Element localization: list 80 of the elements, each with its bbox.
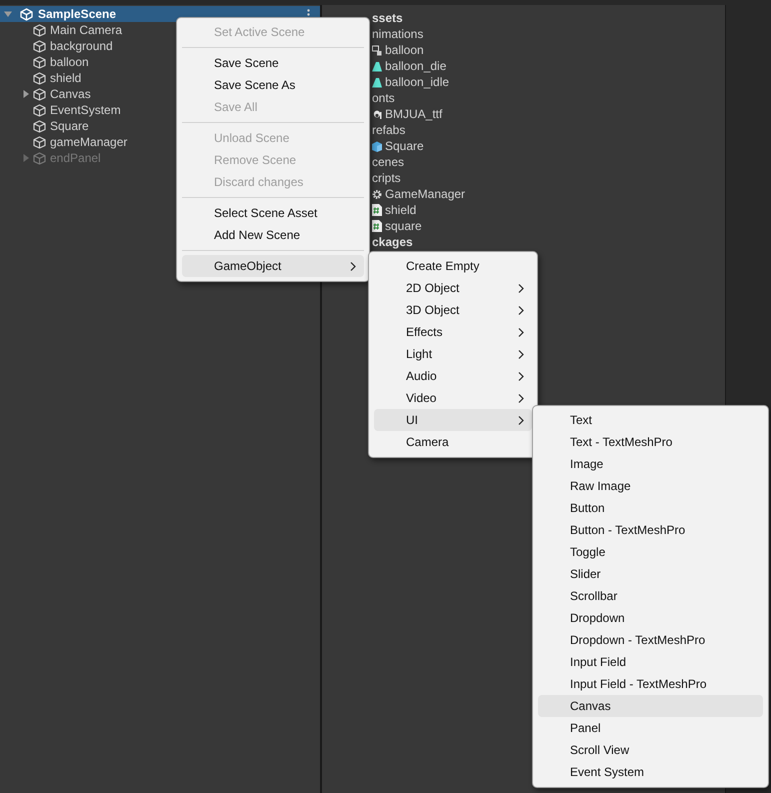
folder-label[interactable]: ssets xyxy=(372,11,403,25)
asset-label[interactable]: BMJUA_ttf xyxy=(385,107,442,121)
cube-icon xyxy=(33,104,46,116)
hierarchy-item[interactable]: Main Camera xyxy=(50,23,122,37)
menu-item[interactable]: Light xyxy=(374,343,532,365)
folder-label[interactable]: cenes xyxy=(372,155,404,169)
chevron-right-icon xyxy=(518,306,524,314)
triangle-icon xyxy=(372,76,382,88)
animator-icon xyxy=(372,44,382,56)
menu-item[interactable]: 3D Object xyxy=(374,299,532,321)
asset-label[interactable]: shield xyxy=(385,203,416,217)
folder-label[interactable]: cripts xyxy=(372,171,401,185)
hierarchy-item[interactable]: background xyxy=(50,39,113,53)
cube-icon xyxy=(372,140,382,152)
expanded-arrow-icon[interactable] xyxy=(4,10,12,18)
asset-label[interactable]: balloon xyxy=(385,43,424,57)
folder-label[interactable]: refabs xyxy=(372,123,406,137)
triangle-icon xyxy=(372,60,382,72)
menu-item[interactable]: Save Scene xyxy=(182,52,364,74)
menu-item[interactable]: Select Scene Asset xyxy=(182,202,364,224)
menu-item[interactable]: Dropdown - TextMeshPro xyxy=(538,629,763,651)
hierarchy-item[interactable]: Canvas xyxy=(50,87,91,101)
asset-label[interactable]: square xyxy=(385,219,422,233)
gear-icon xyxy=(372,188,382,200)
menu-item[interactable]: Event System xyxy=(538,761,763,783)
asset-label[interactable]: balloon_die xyxy=(385,59,446,73)
chevron-right-icon xyxy=(518,394,524,402)
hierarchy-item[interactable]: balloon xyxy=(50,55,89,69)
folder-label[interactable]: nimations xyxy=(372,27,424,41)
cube-icon xyxy=(33,72,46,84)
cube-icon xyxy=(33,24,46,36)
menu-item[interactable]: Scroll View xyxy=(538,739,763,761)
menu-item[interactable]: Create Empty xyxy=(374,255,532,277)
asset-label[interactable]: GameManager xyxy=(385,187,466,201)
folder-label[interactable]: ckages xyxy=(372,235,413,249)
hierarchy-item[interactable]: EventSystem xyxy=(50,103,121,117)
menu-item[interactable]: Text xyxy=(538,409,763,431)
chevron-right-icon xyxy=(518,328,524,336)
menu-item[interactable]: Video xyxy=(374,387,532,409)
menu-item[interactable]: GameObject xyxy=(182,255,364,277)
menu-item[interactable]: 2D Object xyxy=(374,277,532,299)
collapsed-arrow-icon[interactable] xyxy=(22,90,30,98)
menu-item[interactable]: Panel xyxy=(538,717,763,739)
menu-item[interactable]: Save Scene As xyxy=(182,74,364,96)
script-file-icon xyxy=(372,220,382,232)
menu-item[interactable]: Button - TextMeshPro xyxy=(538,519,763,541)
menu-item[interactable]: Button xyxy=(538,497,763,519)
script-file-icon xyxy=(372,204,382,216)
menu-item[interactable]: Image xyxy=(538,453,763,475)
asset-label[interactable]: Square xyxy=(385,139,424,153)
hierarchy-item[interactable]: gameManager xyxy=(50,135,128,149)
cube-icon xyxy=(33,152,46,164)
cube-icon xyxy=(33,136,46,148)
chevron-right-icon xyxy=(518,372,524,380)
hierarchy-item[interactable]: Square xyxy=(50,119,89,133)
chevron-right-icon xyxy=(350,262,356,270)
cube-icon xyxy=(33,120,46,132)
menu-item[interactable]: Input Field xyxy=(538,651,763,673)
menu-item[interactable]: Toggle xyxy=(538,541,763,563)
asset-label[interactable]: balloon_idle xyxy=(385,75,450,89)
menu-item[interactable]: Slider xyxy=(538,563,763,585)
menu-item[interactable]: Scrollbar xyxy=(538,585,763,607)
chevron-right-icon xyxy=(518,416,524,424)
cube-icon xyxy=(33,88,46,100)
scene-name: SampleScene xyxy=(38,7,116,21)
chevron-right-icon xyxy=(518,284,524,292)
menu-item[interactable]: Dropdown xyxy=(538,607,763,629)
menu-item[interactable]: Canvas xyxy=(538,695,763,717)
menu-item[interactable]: Audio xyxy=(374,365,532,387)
hierarchy-item[interactable]: shield xyxy=(50,71,82,85)
cube-icon xyxy=(33,56,46,68)
menu-item[interactable]: Camera xyxy=(374,431,532,453)
chevron-right-icon xyxy=(518,350,524,358)
cube-icon xyxy=(33,40,46,52)
menu-item[interactable]: Effects xyxy=(374,321,532,343)
menu-item[interactable]: Raw Image xyxy=(538,475,763,497)
folder-label[interactable]: onts xyxy=(372,91,395,105)
menu-item[interactable]: UI xyxy=(374,409,532,431)
menu-item[interactable]: Text - TextMeshPro xyxy=(538,431,763,453)
menu-item[interactable]: Input Field - TextMeshPro xyxy=(538,673,763,695)
